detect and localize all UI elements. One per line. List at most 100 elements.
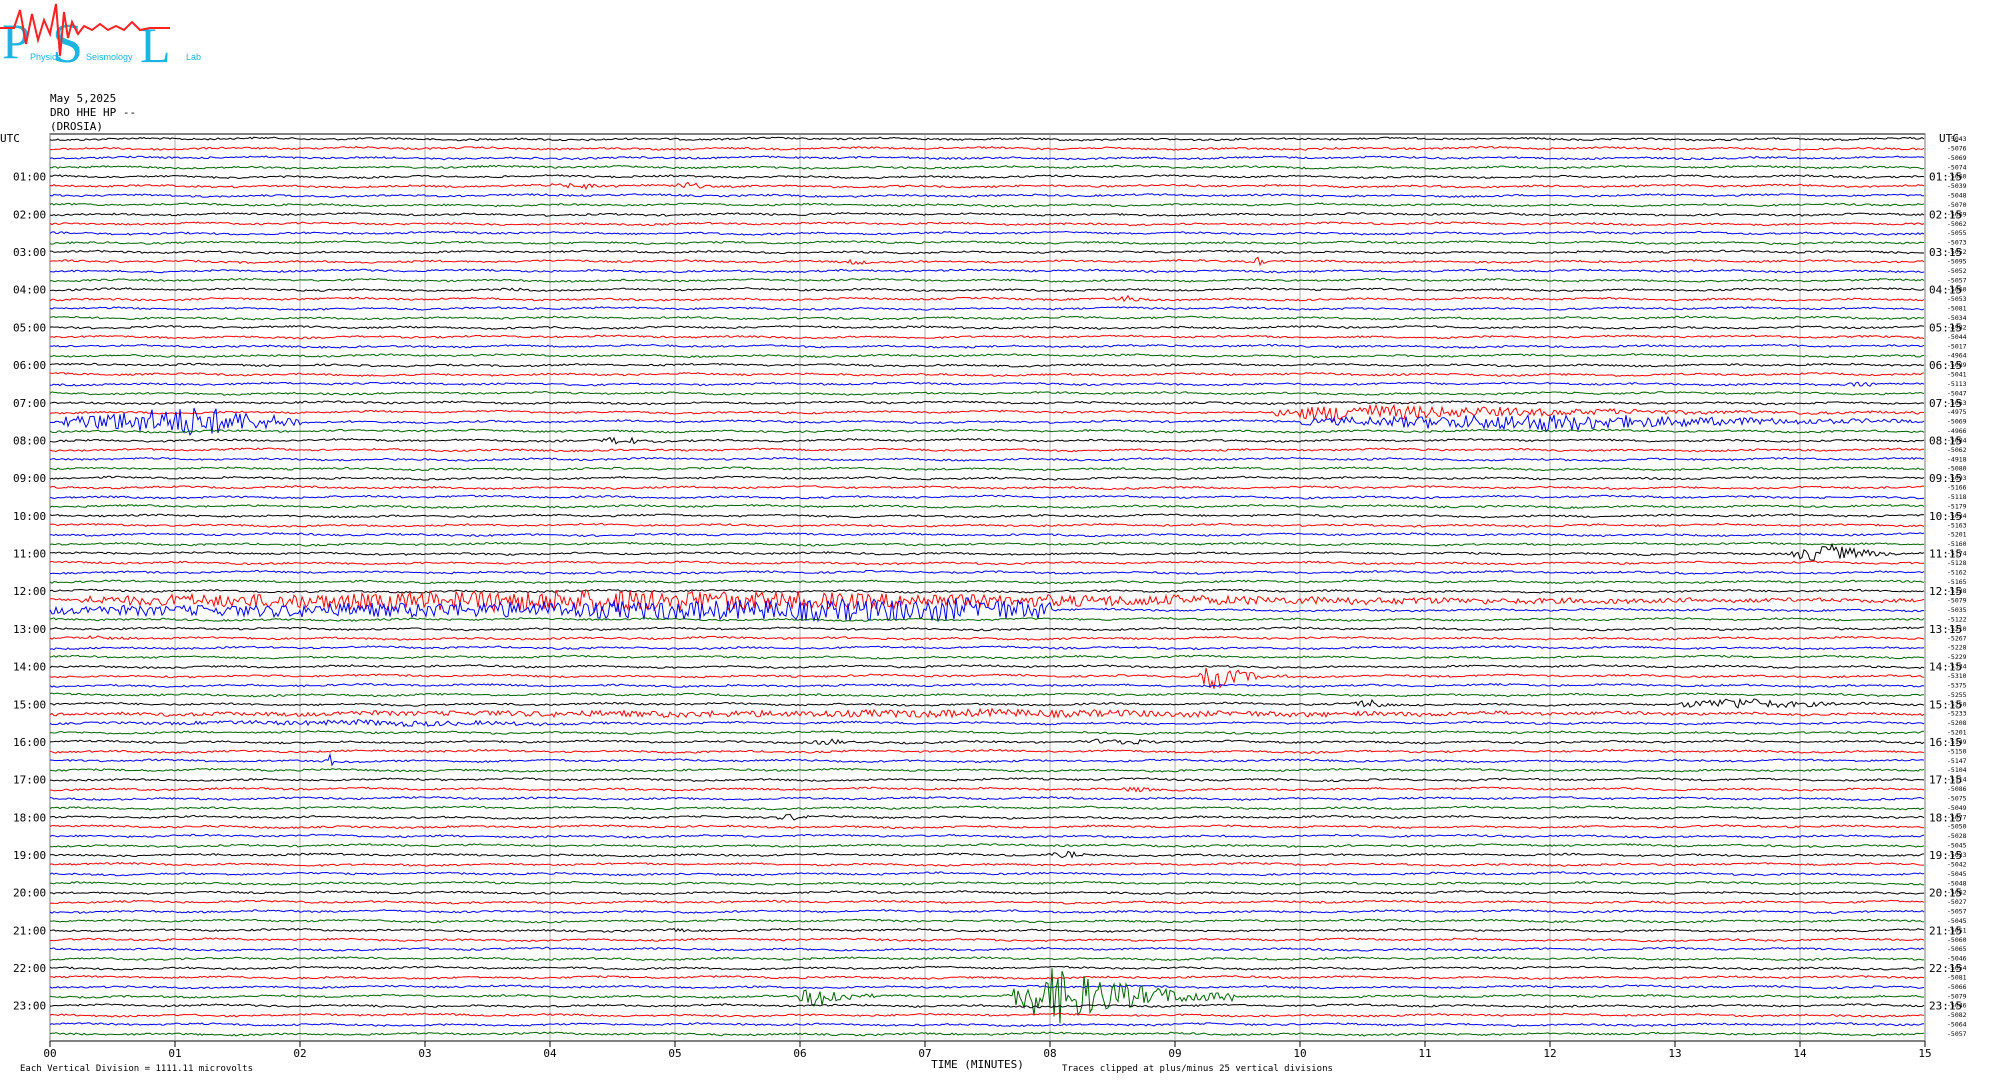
row-offset-label: -5229 [1947, 653, 1967, 661]
row-offset-label: -5210 [1947, 625, 1967, 633]
row-offset-label: -5041 [1947, 371, 1967, 379]
trace-row [49, 277, 1925, 283]
trace-row [49, 795, 1925, 801]
row-offset-label: -5057 [1947, 908, 1967, 916]
x-tick-label: 00 [43, 1047, 56, 1060]
row-offset-label: -5027 [1947, 898, 1967, 906]
row-offset-label: -5093 [1947, 474, 1967, 482]
x-tick-label: 03 [418, 1047, 431, 1060]
hour-label-left: 09:00 [13, 472, 46, 485]
trace-row [49, 436, 1925, 445]
row-offset-label: -5063 [1947, 399, 1967, 407]
trace-row [49, 174, 1925, 180]
x-tick-label: 10 [1293, 1047, 1306, 1060]
row-offset-label: -4982 [1947, 323, 1967, 331]
trace-row [49, 667, 1925, 689]
hour-label-left: 11:00 [13, 548, 46, 561]
trace-row [49, 730, 1925, 736]
hour-label-left: 18:00 [13, 811, 46, 824]
trace-row [49, 824, 1924, 830]
trace-row [49, 324, 1925, 330]
hour-label-left: 08:00 [13, 434, 46, 447]
row-offset-label: -5160 [1947, 540, 1967, 548]
trace-row [49, 403, 1925, 422]
hour-label-left: 23:00 [13, 1000, 46, 1013]
x-tick-label: 01 [168, 1047, 181, 1060]
hour-label-left: 17:00 [13, 774, 46, 787]
trace-row [49, 626, 1925, 632]
trace-row [49, 697, 1925, 709]
trace-row [49, 428, 1925, 434]
trace-row [49, 927, 1925, 933]
trace-row [49, 466, 1925, 472]
row-offset-label: -5060 [1947, 936, 1967, 944]
x-tick-label: 02 [293, 1047, 306, 1060]
row-offset-label: -5060 [1947, 286, 1967, 294]
trace-row [49, 718, 1925, 728]
trace-row [49, 315, 1925, 321]
row-offset-label: -5048 [1947, 879, 1967, 887]
row-offset-label: -4966 [1947, 427, 1967, 435]
trace-row [49, 918, 1925, 924]
row-offset-label: -5035 [1947, 606, 1967, 614]
trace-row [49, 588, 1925, 594]
hour-label-left: 21:00 [13, 924, 46, 937]
hour-label-left: 12:00 [13, 585, 46, 598]
row-offset-label: -5034 [1947, 314, 1967, 322]
trace-row [49, 381, 1925, 388]
trace-row [49, 181, 1925, 191]
row-offset-label: -5080 [1947, 465, 1967, 473]
trace-row [49, 145, 1925, 151]
trace-row [49, 909, 1925, 915]
row-offset-label: -5233 [1947, 710, 1967, 718]
row-offset-label: -5045 [1947, 842, 1967, 850]
trace-row [49, 447, 1925, 453]
trace-row [49, 513, 1925, 519]
row-offset-label: -5048 [1947, 192, 1967, 200]
x-tick-label: 14 [1793, 1047, 1807, 1060]
trace-row [49, 136, 1925, 142]
trace-row [49, 1031, 1925, 1037]
row-offset-label: -5028 [1947, 832, 1967, 840]
row-offset-label: -5062 [1947, 889, 1967, 897]
row-offset-label: -5050 [1947, 823, 1967, 831]
trace-row [49, 946, 1925, 952]
row-offset-label: -5201 [1947, 729, 1967, 737]
x-tick-label: 09 [1168, 1047, 1181, 1060]
trace-row [49, 748, 1925, 754]
trace-row [49, 541, 1925, 547]
row-offset-label: -5228 [1947, 644, 1967, 652]
row-offset-label: -5165 [1947, 578, 1967, 586]
trace-row [49, 984, 1925, 990]
trace-row [49, 343, 1925, 349]
x-axis-title: TIME (MINUTES) [931, 1058, 1024, 1071]
trace-row [49, 786, 1925, 793]
trace-row [49, 569, 1925, 575]
hour-label-left: 19:00 [13, 849, 46, 862]
trace-row [49, 850, 1925, 859]
trace-row [49, 805, 1925, 811]
row-offset-label: -4975 [1947, 408, 1967, 416]
trace-row [49, 682, 1925, 688]
hour-label-left: 07:00 [13, 397, 46, 410]
trace-row [49, 645, 1925, 651]
row-offset-label: -5042 [1947, 860, 1967, 868]
row-offset-label: -5039 [1947, 182, 1967, 190]
hour-label-left: 13:00 [13, 623, 46, 636]
hour-label-left: 02:00 [13, 208, 46, 221]
trace-row [49, 664, 1925, 670]
row-offset-label: -5054 [1947, 964, 1967, 972]
clip-note: Traces clipped at plus/minus 25 vertical… [1062, 1064, 1333, 1074]
row-offset-label: -5079 [1947, 992, 1967, 1000]
row-offset-label: -5065 [1947, 945, 1967, 953]
trace-row [49, 956, 1925, 962]
trace-row [49, 532, 1925, 538]
trace-row [49, 738, 1925, 745]
row-offset-label: -5079 [1947, 597, 1967, 605]
x-tick-label: 15 [1918, 1047, 1931, 1060]
row-offset-label: -5310 [1947, 672, 1967, 680]
row-offset-label: -5375 [1947, 681, 1967, 689]
row-offset-label: -5043 [1947, 135, 1967, 143]
trace-row [49, 306, 1925, 312]
trace-row [49, 193, 1924, 198]
